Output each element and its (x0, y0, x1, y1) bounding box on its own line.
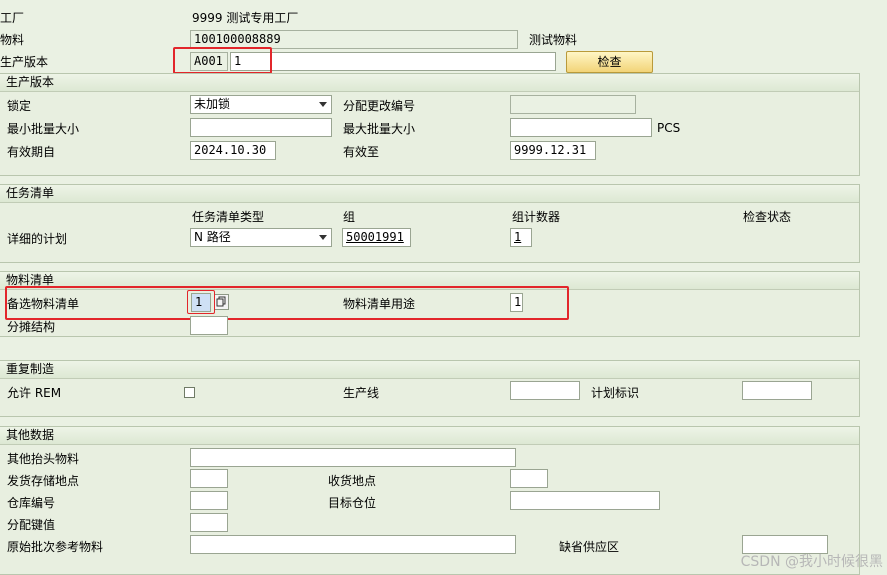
change-number-field[interactable] (510, 95, 636, 114)
warehouse-number-field[interactable] (190, 491, 228, 510)
allow-rem-label: 允许 REM (7, 386, 62, 400)
distribution-key-label: 分配键值 (7, 518, 56, 532)
production-version-group: 生产版本 (0, 73, 860, 176)
max-lot-size-field[interactable] (510, 118, 652, 137)
task-list-type-value: N 路径 (194, 230, 231, 244)
issue-storage-location-field[interactable] (190, 469, 228, 488)
valid-to-field[interactable]: 9999.12.31 (510, 141, 596, 160)
default-supply-area-label: 缺省供应区 (559, 540, 620, 554)
max-lot-size-label: 最大批量大小 (343, 122, 416, 136)
other-header-material-field[interactable] (190, 448, 516, 467)
planning-id-label: 计划标识 (591, 386, 640, 400)
task-list-type-dropdown[interactable]: N 路径 (190, 228, 332, 247)
apportionment-structure-label: 分摊结构 (7, 320, 56, 334)
production-version-group-title: 生产版本 (0, 74, 859, 92)
planning-id-field[interactable] (742, 381, 812, 400)
unit-label: PCS (657, 121, 681, 135)
change-number-label: 分配更改编号 (343, 99, 416, 113)
lock-dropdown[interactable]: 未加锁 (190, 95, 332, 114)
routing-group: 任务清单 (0, 184, 860, 263)
other-data-group-title: 其他数据 (0, 427, 859, 445)
production-version-number-field[interactable]: 1 (230, 52, 556, 71)
plant-value: 9999 测试专用工厂 (192, 11, 299, 25)
valid-from-field[interactable]: 2024.10.30 (190, 141, 276, 160)
detailed-planning-label: 详细的计划 (7, 232, 68, 246)
rem-group-title: 重复制造 (0, 361, 859, 379)
issue-storage-location-label: 发货存储地点 (7, 474, 80, 488)
destination-bin-field[interactable] (510, 491, 660, 510)
material-description: 测试物料 (529, 33, 578, 47)
allow-rem-checkbox[interactable] (184, 387, 195, 398)
routing-group-title: 任务清单 (0, 185, 859, 203)
material-label: 物料 (0, 33, 25, 47)
group-counter-field[interactable]: 1 (510, 228, 532, 247)
watermark: CSDN @我小时候很黑 (740, 554, 883, 570)
distribution-key-field[interactable] (190, 513, 228, 532)
original-batch-reference-field[interactable] (190, 535, 516, 554)
original-batch-reference-label: 原始批次参考物料 (7, 540, 104, 554)
chevron-down-icon (319, 235, 327, 240)
min-lot-size-label: 最小批量大小 (7, 122, 80, 136)
rem-group: 重复制造 (0, 360, 860, 417)
apportionment-structure-field[interactable] (190, 316, 228, 335)
highlight-box-bom (5, 286, 569, 320)
lock-label: 锁定 (7, 99, 32, 113)
production-version-label: 生产版本 (0, 55, 49, 69)
group-counter-header: 组计数器 (512, 210, 561, 224)
warehouse-number-label: 仓库编号 (7, 496, 56, 510)
valid-from-label: 有效期自 (7, 145, 56, 159)
lock-dropdown-value: 未加锁 (194, 97, 231, 111)
group-field[interactable]: 50001991 (342, 228, 411, 247)
valid-to-label: 有效至 (343, 145, 380, 159)
group-header: 组 (343, 210, 356, 224)
task-list-type-header: 任务清单类型 (192, 210, 265, 224)
chevron-down-icon (319, 102, 327, 107)
production-line-label: 生产线 (343, 386, 380, 400)
check-status-header: 检查状态 (743, 210, 792, 224)
highlight-box-version (173, 47, 272, 74)
plant-label: 工厂 (0, 11, 25, 25)
production-line-field[interactable] (510, 381, 580, 400)
receiving-location-field[interactable] (510, 469, 548, 488)
min-lot-size-field[interactable] (190, 118, 332, 137)
check-button[interactable]: 检查 (566, 51, 653, 73)
destination-bin-label: 目标仓位 (328, 496, 377, 510)
receiving-location-label: 收货地点 (328, 474, 377, 488)
other-header-material-label: 其他抬头物料 (7, 452, 80, 466)
